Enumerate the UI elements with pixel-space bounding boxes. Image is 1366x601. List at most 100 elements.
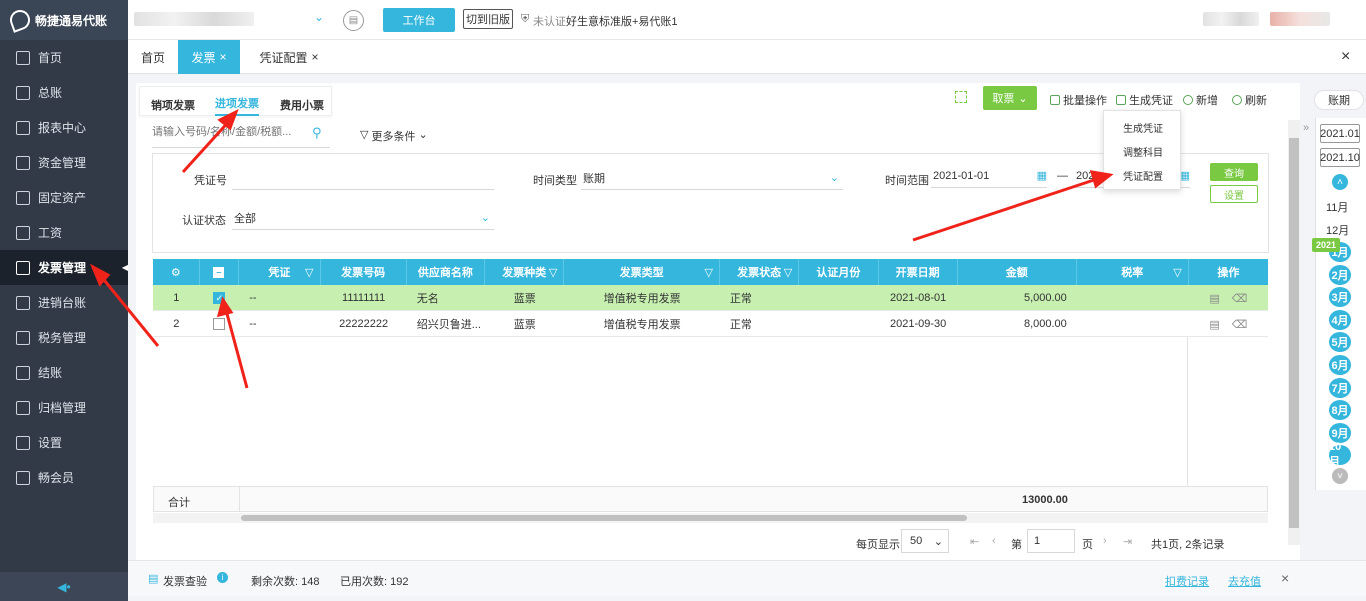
settings-button[interactable]: 设置 — [1210, 185, 1258, 203]
month-button[interactable]: 6月 — [1329, 355, 1351, 375]
filter-icon[interactable]: ▽ — [549, 266, 557, 279]
close-icon[interactable]: × — [220, 50, 227, 64]
row-checkbox[interactable] — [200, 311, 240, 337]
refresh-button[interactable]: 刷新 — [1232, 92, 1267, 108]
search-icon[interactable]: ⚲ — [312, 125, 322, 141]
select-all-checkbox[interactable]: – — [200, 259, 240, 285]
generate-voucher-button[interactable]: 生成凭证 — [1116, 92, 1173, 108]
invoice-check-label[interactable]: 发票查验 — [163, 573, 207, 589]
workbench-button[interactable]: 工作台 — [383, 8, 455, 32]
recharge-link[interactable]: 去充值 — [1228, 573, 1261, 589]
sidebar-item[interactable]: 总账 — [0, 75, 128, 110]
sidebar-item[interactable]: 结账 — [0, 355, 128, 390]
vertical-scrollbar[interactable] — [1288, 120, 1300, 545]
sidebar-item[interactable]: 进销台账 — [0, 285, 128, 320]
calendar-icon[interactable]: ▦ — [1037, 169, 1047, 182]
header-invoice-type[interactable]: 发票类型 ▽ — [564, 259, 720, 285]
menu-item-voucher-config[interactable]: 凭证配置 — [1123, 168, 1163, 183]
calendar-icon[interactable]: ▤ — [343, 10, 364, 31]
horizontal-scrollbar[interactable] — [153, 513, 1268, 523]
close-icon[interactable]: × — [312, 50, 319, 64]
batch-operation-button[interactable]: 批量操作 — [1050, 92, 1107, 108]
cert-status-select[interactable]: 全部 ⌄ — [232, 206, 494, 230]
header-cert-month[interactable]: 认证月份 — [799, 259, 879, 285]
collapse-sidebar-icon[interactable]: ◀• — [0, 572, 128, 601]
more-conditions-button[interactable]: ▽ 更多条件 ⌄ — [360, 128, 428, 144]
filter-icon[interactable]: ▽ — [784, 266, 792, 279]
next-page-icon[interactable]: › — [1103, 535, 1107, 547]
month-prev-11[interactable]: 11月 — [1326, 199, 1348, 215]
filter-icon[interactable]: ▽ — [305, 266, 313, 279]
query-button[interactable]: 查询 — [1210, 163, 1258, 181]
year-from-input[interactable]: 2021.01 — [1320, 124, 1360, 143]
year-to-input[interactable]: 2021.10 — [1320, 148, 1360, 167]
subtab-expense[interactable]: 费用小票 — [280, 97, 324, 113]
month-button[interactable]: 4月 — [1329, 309, 1351, 330]
month-button[interactable]: 2月 — [1329, 264, 1351, 285]
sidebar-item[interactable]: 税务管理 — [0, 320, 128, 355]
calendar-icon[interactable]: ▦ — [1180, 169, 1190, 182]
qr-code-icon[interactable] — [955, 91, 967, 103]
deduct-records-link[interactable]: 扣费记录 — [1165, 573, 1209, 589]
add-button[interactable]: 新增 — [1183, 92, 1218, 108]
header-invoice-no[interactable]: 发票号码 — [321, 259, 407, 285]
close-all-icon[interactable]: × — [1341, 48, 1350, 66]
sidebar-item[interactable]: 固定资产 — [0, 180, 128, 215]
delete-icon[interactable]: ⌫ — [1232, 318, 1248, 331]
menu-item-generate-voucher[interactable]: 生成凭证 — [1123, 120, 1163, 135]
tab-home[interactable]: 首页 — [128, 40, 178, 74]
date-from-input[interactable]: 2021-01-01 ▦ — [931, 164, 1047, 188]
user-name-blurred[interactable] — [1203, 12, 1259, 26]
month-button[interactable]: 10月 — [1329, 441, 1351, 468]
month-prev-12[interactable]: 12月 — [1326, 222, 1349, 238]
view-icon[interactable]: ▤ — [1209, 318, 1219, 331]
scroll-down-icon[interactable]: ˅ — [1332, 468, 1348, 484]
company-dropdown-chevron-icon[interactable]: ⌄ — [314, 10, 324, 24]
first-page-icon[interactable]: ⇤ — [970, 535, 979, 548]
sidebar-item[interactable]: 归档管理 — [0, 390, 128, 425]
close-icon[interactable]: × — [1281, 570, 1289, 586]
subtab-output[interactable]: 销项发票 — [151, 97, 195, 113]
header-supplier[interactable]: 供应商名称 — [407, 259, 486, 285]
sidebar-item[interactable]: 资金管理 — [0, 145, 128, 180]
month-button[interactable]: 3月 — [1329, 287, 1351, 308]
switch-old-version-button[interactable]: 切到旧版 — [463, 9, 513, 29]
header-status[interactable]: 发票状态 ▽ — [720, 259, 800, 285]
voucher-no-input[interactable] — [232, 166, 494, 190]
month-button[interactable]: 7月 — [1329, 377, 1351, 398]
sidebar-item[interactable]: 设置 — [0, 425, 128, 460]
header-rate[interactable]: 税率 ▽ — [1077, 259, 1189, 285]
table-row[interactable]: 2 -- 22222222 绍兴贝鲁进... 蓝票 增值税专用发票 正常 202… — [153, 311, 1268, 337]
delete-icon[interactable]: ⌫ — [1232, 292, 1248, 305]
search-input[interactable] — [152, 126, 302, 138]
last-page-icon[interactable]: ⇥ — [1123, 535, 1132, 548]
column-settings-icon[interactable]: ⚙ — [153, 259, 200, 285]
header-invoice-kind[interactable]: 发票种类 ▽ — [485, 259, 565, 285]
app-logo[interactable]: 畅捷通易代账 — [0, 0, 128, 40]
filter-icon[interactable]: ▽ — [1173, 266, 1181, 279]
page-input[interactable]: 1 — [1027, 529, 1075, 553]
month-button[interactable]: 9月 — [1329, 422, 1351, 443]
header-amount[interactable]: 金额 — [958, 259, 1077, 285]
month-button[interactable]: 8月 — [1329, 400, 1351, 421]
sidebar-item[interactable]: 首页 — [0, 40, 128, 75]
row-checkbox[interactable]: ✓ — [200, 285, 240, 311]
sidebar-item[interactable]: 报表中心 — [0, 110, 128, 145]
prev-page-icon[interactable]: ‹ — [992, 535, 996, 547]
sidebar-item[interactable]: 畅会员 — [0, 460, 128, 495]
fetch-invoice-button[interactable]: 取票 ⌄ — [983, 86, 1037, 110]
month-button[interactable]: 5月 — [1329, 332, 1351, 353]
filter-icon[interactable]: ▽ — [704, 266, 712, 279]
user-avatar[interactable] — [1270, 12, 1330, 26]
info-icon[interactable]: i — [217, 572, 228, 583]
company-name-blurred[interactable] — [134, 12, 254, 26]
sidebar-item[interactable]: 工资 — [0, 215, 128, 250]
per-page-select[interactable]: 50 ⌄ — [901, 529, 949, 553]
menu-item-adjust-subject[interactable]: 调整科目 — [1123, 144, 1163, 159]
header-date[interactable]: 开票日期 — [879, 259, 958, 285]
period-panel-tab[interactable]: 账期 — [1314, 90, 1364, 110]
tab-invoice[interactable]: 发票 × — [178, 40, 240, 74]
subtab-input[interactable]: 进项发票 — [215, 95, 259, 116]
table-row[interactable]: 1 ✓ -- 11111111 无名 蓝票 增值税专用发票 正常 2021-08… — [153, 285, 1268, 311]
sidebar-item[interactable]: 发票管理 ◀ — [0, 250, 128, 285]
